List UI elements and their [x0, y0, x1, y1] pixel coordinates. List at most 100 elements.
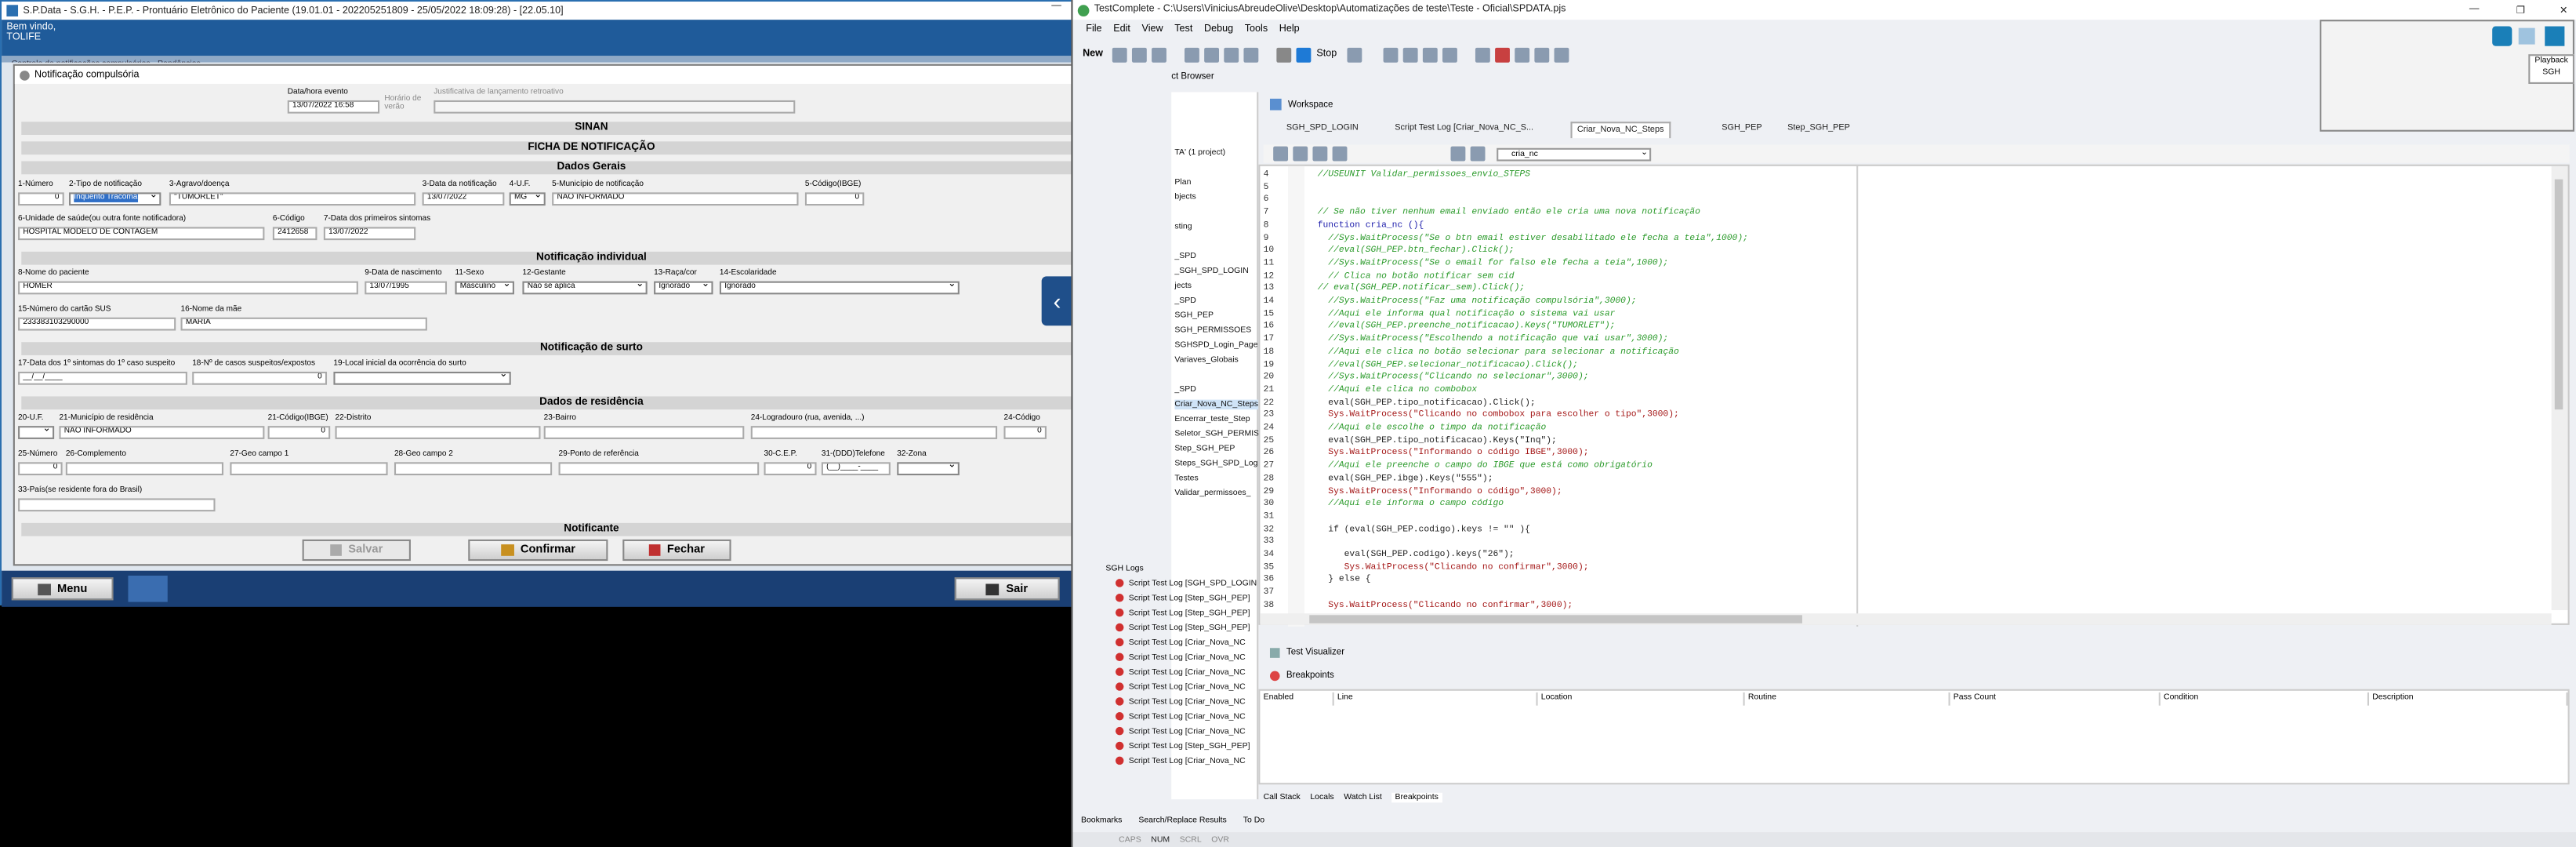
- play-icon[interactable]: [1277, 46, 1292, 62]
- tab-bookmarks[interactable]: Bookmarks: [1081, 815, 1122, 825]
- code-line[interactable]: // Clica no botão notificar sem cid: [1318, 271, 1514, 281]
- district-field[interactable]: [335, 426, 541, 439]
- code-line[interactable]: //Aqui ele informa qual notificação o si…: [1318, 309, 1615, 319]
- code-line[interactable]: // Se não tiver nenhum email enviado ent…: [1318, 207, 1700, 217]
- tab-locals[interactable]: Locals: [1310, 792, 1333, 802]
- house-number-field[interactable]: 0: [18, 462, 63, 476]
- people-icon[interactable]: [128, 575, 168, 602]
- run-icon[interactable]: [1185, 46, 1200, 62]
- code-line[interactable]: eval(SGH_PEP.tipo_notificacao).Keys("Inq…: [1318, 435, 1557, 445]
- code-line[interactable]: } else {: [1318, 575, 1370, 585]
- event-date-field[interactable]: 13/07/2022 16:58: [287, 100, 380, 114]
- options-icon[interactable]: [1553, 46, 1569, 62]
- code-line[interactable]: Sys.WaitProcess("Clicando no confirmar",…: [1318, 600, 1573, 610]
- geo1-field[interactable]: [230, 462, 388, 476]
- copy-icon[interactable]: [1152, 46, 1167, 62]
- menu-button[interactable]: Menu: [11, 577, 114, 601]
- notification-type-select[interactable]: Inquérito Tracoma: [69, 192, 161, 206]
- project-item[interactable]: SGHSPD_Login_Page: [1174, 340, 1257, 351]
- uf-select[interactable]: MG: [509, 192, 546, 206]
- tab-search-replace[interactable]: Search/Replace Results: [1138, 815, 1226, 825]
- code-line[interactable]: //Aqui ele escolhe o timpo da notificaçã…: [1318, 423, 1546, 433]
- project-item[interactable]: _SPD: [1174, 252, 1195, 262]
- step-over-icon[interactable]: [1422, 46, 1438, 62]
- log-item[interactable]: Script Test Log [Step_SGH_PEP]: [1115, 623, 1250, 633]
- complement-field[interactable]: [65, 462, 224, 476]
- debug-icon[interactable]: [1244, 46, 1260, 62]
- step-into-icon[interactable]: [1402, 46, 1417, 62]
- menu-view[interactable]: View: [1142, 24, 1163, 35]
- project-item[interactable]: SGH_PERMISSOES: [1174, 325, 1251, 336]
- outdent-icon[interactable]: [1293, 146, 1308, 162]
- log-item[interactable]: Script Test Log [Criar_Nova_NC: [1115, 756, 1246, 766]
- run-tests-icon[interactable]: [1204, 46, 1220, 62]
- project-item[interactable]: Validar_permissoes_: [1174, 489, 1250, 499]
- outbreak-date-field[interactable]: __/__/____: [18, 371, 187, 385]
- log-item[interactable]: Script Test Log [Criar_Nova_NC: [1115, 697, 1246, 707]
- record-icon[interactable]: [1225, 46, 1239, 62]
- log-item[interactable]: Script Test Log [Criar_Nova_NC: [1115, 667, 1246, 678]
- comment-icon[interactable]: [1312, 146, 1328, 162]
- project-root[interactable]: TA' (1 project): [1174, 148, 1225, 158]
- project-item-selected[interactable]: Criar_Nova_NC_Steps: [1174, 399, 1259, 410]
- country-field[interactable]: [18, 498, 216, 512]
- geo2-field[interactable]: [394, 462, 553, 476]
- code-line[interactable]: // eval(SGH_PEP.notificar_sem).Click();: [1318, 283, 1525, 293]
- logs-folder[interactable]: SGH Logs: [1105, 564, 1143, 574]
- collapse-panel-chevron-icon[interactable]: ‹: [1041, 276, 1073, 326]
- log-item[interactable]: Script Test Log [Step_SGH_PEP]: [1115, 741, 1250, 751]
- res-ibge-field[interactable]: 0: [267, 426, 331, 439]
- exit-button[interactable]: Sair: [954, 577, 1060, 601]
- project-item[interactable]: _SPD: [1174, 296, 1195, 306]
- project-item[interactable]: _SGH_SPD_LOGIN: [1174, 267, 1248, 277]
- test-visualizer-bar[interactable]: Test Visualizer: [1263, 645, 2576, 660]
- tab-step-sgh-pep[interactable]: Step_SGH_PEP: [1783, 122, 1855, 138]
- code-line[interactable]: //USEUNIT Validar_permissoes_envio_STEPS: [1318, 169, 1530, 180]
- outbreak-location-select[interactable]: [333, 371, 511, 385]
- routine-select[interactable]: cria_nc ⌄: [1497, 147, 1652, 161]
- project-item[interactable]: _SPD: [1174, 385, 1195, 395]
- cases-count-field[interactable]: 0: [192, 371, 328, 385]
- project-item[interactable]: Testes: [1174, 474, 1198, 484]
- project-item[interactable]: Plan: [1174, 177, 1191, 187]
- confirm-button[interactable]: Confirmar: [468, 539, 608, 562]
- tab-sgh-spd-login[interactable]: SGH_SPD_LOGIN: [1282, 122, 1363, 138]
- log-item[interactable]: Script Test Log [Criar_Nova_NC: [1115, 712, 1246, 722]
- step-out-icon[interactable]: [1442, 46, 1457, 62]
- code-line[interactable]: //Sys.WaitProcess("Se o btn email estive…: [1318, 233, 1748, 243]
- res-uf-select[interactable]: [18, 426, 55, 439]
- horizontal-scroll-thumb[interactable]: [1309, 615, 1802, 623]
- code-line[interactable]: eval(SGH_PEP.codigo).keys("26");: [1318, 549, 1515, 559]
- code-line[interactable]: Sys.WaitProcess("Clicando no confirmar",…: [1318, 562, 1589, 573]
- minimize-icon[interactable]: —: [1051, 2, 1061, 12]
- pause-icon[interactable]: [1382, 46, 1398, 62]
- tab-todo[interactable]: To Do: [1243, 815, 1264, 825]
- justification-field[interactable]: [434, 100, 796, 114]
- street-code-field[interactable]: 0: [1003, 426, 1047, 439]
- vertical-scroll-thumb[interactable]: [2554, 179, 2563, 410]
- first-symptoms-field[interactable]: 13/07/2022: [323, 227, 416, 241]
- col-pass-count[interactable]: Pass Count: [1950, 692, 2161, 706]
- tc-minimize-icon[interactable]: —: [2469, 5, 2480, 15]
- sus-card-field[interactable]: 233383103290000: [18, 317, 176, 331]
- tc-close-icon[interactable]: ✕: [2560, 4, 2568, 16]
- code-line[interactable]: //eval(SGH_PEP.preenche_notificacao).Key…: [1318, 322, 1615, 332]
- vertical-scrollbar[interactable]: [2551, 165, 2568, 611]
- tc-restore-icon[interactable]: ❐: [2516, 4, 2525, 16]
- save-button[interactable]: Salvar: [302, 539, 411, 562]
- stop-button[interactable]: Stop: [1316, 49, 1337, 60]
- col-line[interactable]: Line: [1334, 692, 1538, 706]
- code-line[interactable]: //Aqui ele informa o campo código: [1318, 499, 1504, 509]
- uncomment-icon[interactable]: [1332, 146, 1348, 162]
- education-select[interactable]: Ignorado: [719, 281, 960, 295]
- code-line[interactable]: //Aqui ele clica no combobox: [1318, 384, 1477, 394]
- project-item[interactable]: Variaves_Globais: [1174, 355, 1238, 365]
- municipality-field[interactable]: NAO INFORMADO: [552, 192, 799, 206]
- code-line[interactable]: //Sys.WaitProcess("Escolhendo a notifica…: [1318, 334, 1668, 344]
- indent-icon[interactable]: [1273, 146, 1289, 162]
- settings-icon[interactable]: [1346, 46, 1362, 62]
- project-item[interactable]: Encerrar_teste_Step: [1174, 414, 1250, 424]
- health-unit-field[interactable]: HOSPITAL MODELO DE CONTAGEM: [18, 227, 265, 241]
- birth-date-field[interactable]: 13/07/1995: [365, 281, 448, 295]
- log-item[interactable]: Script Test Log [Step_SGH_PEP]: [1115, 594, 1250, 604]
